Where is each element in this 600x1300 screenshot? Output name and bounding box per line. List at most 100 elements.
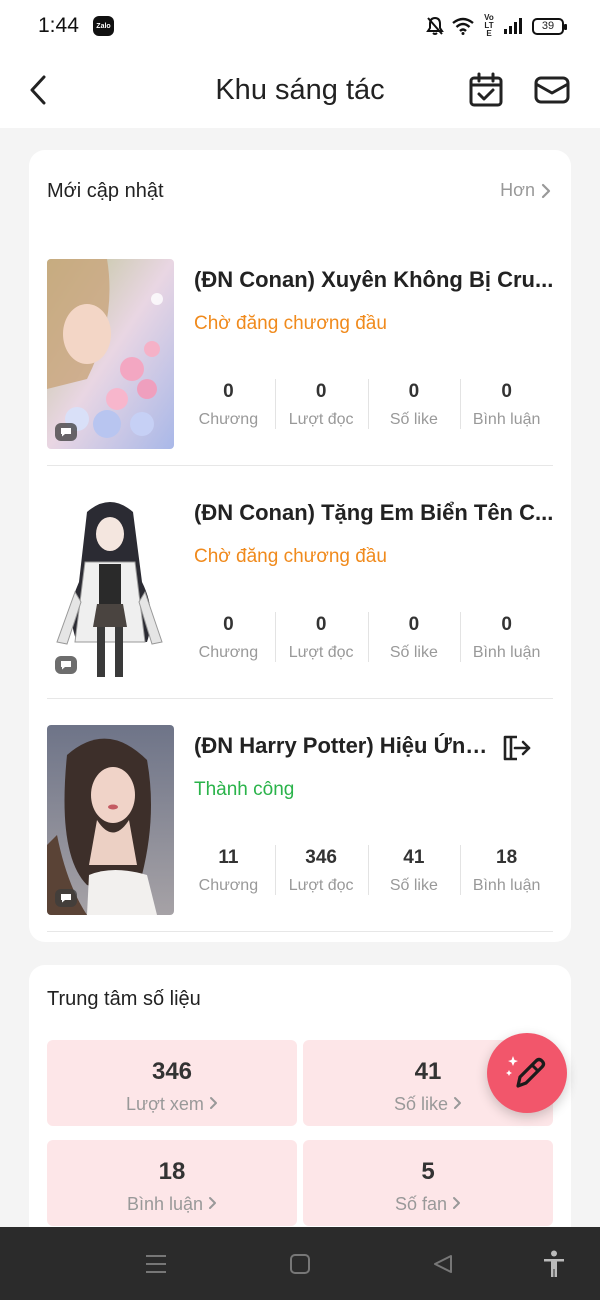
stat-chapters: 0 Chương	[182, 610, 275, 666]
tile-value: 18	[158, 1158, 186, 1185]
signal-icon	[504, 18, 522, 34]
stat-label: Số like	[389, 411, 438, 428]
chevron-right-icon	[454, 1097, 462, 1109]
cover-illustration-floral-girl	[47, 259, 174, 449]
stat-value: 41	[403, 847, 425, 868]
back-arrow-icon	[30, 75, 46, 105]
story-stats: 0 Chương 0 Lượt đọc 0 Số like 0 Bình luận	[182, 377, 553, 433]
stat-likes: 41 Số like	[367, 843, 461, 899]
stat-chapters: 11 Chương	[182, 843, 275, 899]
comments-tile[interactable]: 18 Bình luận	[47, 1140, 297, 1226]
calendar-check-icon	[469, 72, 503, 107]
story-item[interactable]: (ĐN Harry Potter) Hiệu Ứng... Thành công…	[47, 699, 553, 932]
stat-label: Bình luận	[472, 877, 541, 894]
tile-label-text: Bình luận	[126, 1194, 204, 1214]
system-nav-bar	[0, 1227, 600, 1300]
cover-illustration-portrait-girl	[47, 725, 174, 915]
stat-label: Số like	[389, 644, 438, 661]
stat-label: Bình luận	[472, 644, 541, 661]
back-triangle-icon	[434, 1255, 452, 1273]
stat-label: Chương	[198, 411, 259, 428]
status-icons: Vo LTE 39	[426, 14, 567, 38]
stat-label: Bình luận	[472, 411, 541, 428]
recents-button[interactable]	[141, 1249, 171, 1279]
stat-label: Chương	[198, 644, 259, 661]
story-status: Chờ đăng chương đầu	[194, 313, 387, 334]
story-cover-image[interactable]	[47, 492, 174, 682]
chevron-right-icon	[209, 1097, 217, 1109]
home-button[interactable]	[285, 1249, 315, 1279]
wifi-icon	[452, 17, 474, 35]
back-nav-button[interactable]	[428, 1249, 458, 1279]
back-button[interactable]	[22, 72, 54, 108]
stat-reads: 0 Lượt đọc	[274, 610, 368, 666]
story-title[interactable]: (ĐN Harry Potter) Hiệu Ứng...	[194, 733, 494, 759]
mute-bell-icon	[426, 16, 444, 35]
volte-icon: Vo LTE	[482, 14, 496, 38]
volte-label: Vo LTE	[484, 13, 494, 38]
mail-button[interactable]	[534, 74, 572, 110]
section-title-data-center: Trung tâm số liệu	[47, 988, 201, 1010]
chevron-right-icon	[453, 1197, 461, 1209]
mail-icon	[534, 76, 570, 104]
stat-value: 0	[315, 381, 327, 402]
stat-reads: 0 Lượt đọc	[274, 377, 368, 433]
accessibility-icon	[544, 1250, 564, 1277]
story-cover-image[interactable]	[47, 725, 174, 915]
chat-badge-icon	[55, 889, 77, 907]
tile-label: Số fan	[303, 1194, 553, 1215]
stat-likes: 0 Số like	[367, 610, 461, 666]
stat-value: 346	[305, 847, 337, 868]
menu-icon	[146, 1255, 166, 1273]
cover-illustration-coat-girl	[47, 492, 174, 682]
chat-badge-icon	[55, 656, 77, 674]
more-link[interactable]: Hơn	[500, 180, 551, 201]
stat-value: 0	[501, 381, 512, 402]
tile-value: 5	[421, 1158, 435, 1185]
story-item[interactable]: (ĐN Conan) Xuyên Không Bị Cru... Chờ đăn…	[47, 233, 553, 466]
stat-value: 0	[223, 381, 234, 402]
story-title[interactable]: (ĐN Conan) Tặng Em Biển Tên C...	[194, 500, 554, 526]
stat-comments: 0 Bình luận	[460, 377, 553, 433]
more-label: Hơn	[500, 180, 535, 200]
calendar-button[interactable]	[468, 72, 506, 110]
story-item[interactable]: (ĐN Conan) Tặng Em Biển Tên C... Chờ đăn…	[47, 466, 553, 699]
story-cover-image[interactable]	[47, 259, 174, 449]
chevron-right-icon	[541, 183, 551, 198]
status-bar: 1:44 Zalo Vo LTE 39	[0, 0, 600, 52]
app-header: Khu sáng tác	[0, 52, 600, 128]
battery-icon: 39	[532, 17, 567, 35]
accessibility-button[interactable]	[539, 1249, 569, 1279]
stat-value: 11	[218, 847, 239, 868]
stat-likes: 0 Số like	[367, 377, 461, 433]
chat-badge-icon	[55, 423, 77, 441]
stat-comments: 18 Bình luận	[460, 843, 553, 899]
stat-label: Chương	[198, 877, 259, 894]
tile-label-text: Lượt xem	[126, 1094, 204, 1114]
story-status: Chờ đăng chương đầu	[194, 546, 387, 567]
stat-value: 0	[501, 614, 512, 635]
story-title[interactable]: (ĐN Conan) Xuyên Không Bị Cru...	[194, 267, 554, 293]
section-title-recent: Mới cập nhật	[47, 180, 164, 202]
zalo-notification-icon: Zalo	[93, 16, 114, 36]
tile-label-text: Số fan	[394, 1194, 448, 1214]
story-stats: 0 Chương 0 Lượt đọc 0 Số like 0 Bình luận	[182, 610, 553, 666]
story-status: Thành công	[194, 779, 295, 800]
stat-value: 0	[315, 614, 327, 635]
stat-label: Số like	[389, 877, 438, 894]
write-fab-button[interactable]	[487, 1033, 567, 1113]
pencil-sparkle-icon	[506, 1056, 546, 1088]
stat-chapters: 0 Chương	[182, 377, 275, 433]
tile-label-text: Số like	[393, 1094, 448, 1114]
stat-value: 0	[408, 614, 420, 635]
story-stats: 11 Chương 346 Lượt đọc 41 Số like 18 Bình lu…	[182, 843, 553, 899]
views-tile[interactable]: 346 Lượt xem	[47, 1040, 297, 1126]
exit-icon[interactable]	[501, 733, 531, 763]
recent-updates-card: Mới cập nhật Hơn (ĐN Conan) Xuyên Không …	[29, 150, 571, 942]
chevron-right-icon	[209, 1197, 217, 1209]
stat-comments: 0 Bình luận	[460, 610, 553, 666]
fans-tile[interactable]: 5 Số fan	[303, 1140, 553, 1226]
home-square-icon	[290, 1254, 310, 1274]
battery-level: 39	[541, 20, 555, 32]
stat-value: 0	[408, 381, 420, 402]
